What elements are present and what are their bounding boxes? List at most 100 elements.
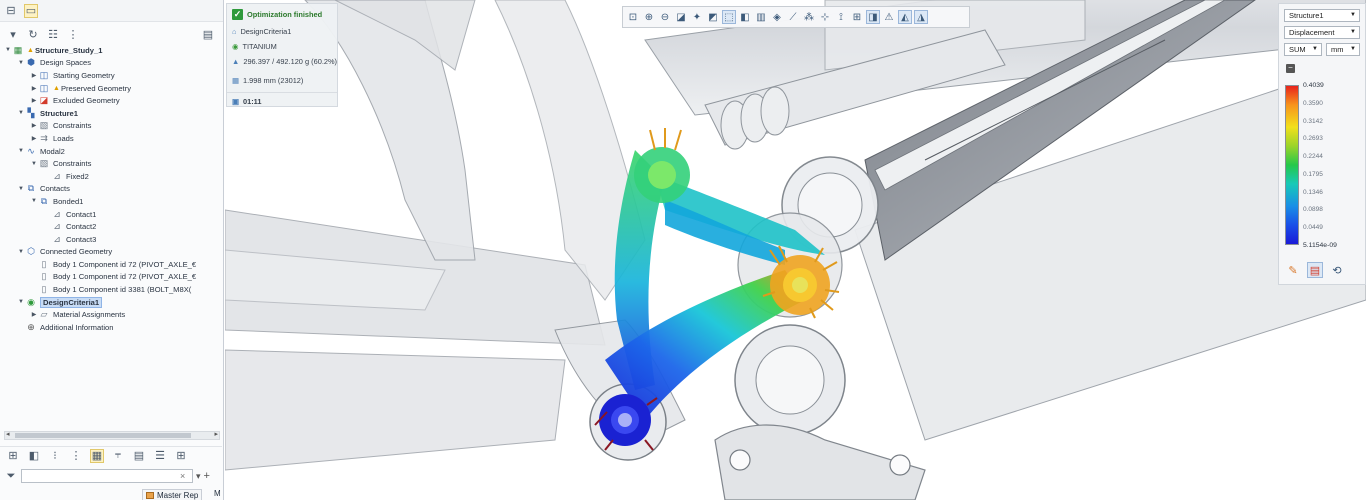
tree-item[interactable]: ▼ ▧ Constraints	[0, 157, 222, 170]
datum-display-icon[interactable]: ⟋	[786, 10, 800, 24]
part-icon[interactable]: ◧	[27, 449, 41, 463]
tree-item[interactable]: ⊕ Additional Information	[0, 321, 222, 334]
tree-item[interactable]: ▯ Body 1 Component id 72 (PIVOT_AXLE_€	[0, 271, 222, 284]
filter-dropdown-icon[interactable]: ▾	[196, 471, 201, 482]
mesh-display-icon[interactable]: ⊞	[850, 10, 864, 24]
tree-item-label: Bonded1	[53, 196, 84, 206]
status-tab[interactable]: Master Rep	[142, 489, 203, 500]
spin-center-icon[interactable]: ✦	[690, 10, 704, 24]
annotation-display-icon[interactable]: ⁂	[802, 10, 816, 24]
zoom-in-icon[interactable]: ⊕	[642, 10, 656, 24]
coordinate-display-icon[interactable]: ⊹	[818, 10, 832, 24]
expand-right-icon[interactable]: ▶	[30, 72, 38, 79]
contacts-icon: ⧉	[27, 183, 35, 194]
add-filter-icon[interactable]: +	[204, 470, 210, 482]
expand-down-icon[interactable]: ▼	[30, 161, 38, 167]
result-type-select[interactable]: Displacement ▼	[1284, 26, 1360, 39]
show-tree-icon[interactable]: ⊞	[6, 449, 20, 463]
unit-select[interactable]: mm ▼	[1326, 43, 1360, 56]
scroll-right-icon[interactable]: ▸	[214, 430, 218, 438]
expand-down-icon[interactable]: ▼	[17, 186, 25, 192]
criteria-text: DesignCriteria1	[240, 27, 292, 36]
csys-display-icon[interactable]: ⟟	[834, 10, 848, 24]
tree-item[interactable]: ▶ ◫ ▲ Preserved Geometry	[0, 82, 222, 95]
design-space-display-icon[interactable]: ◨	[866, 10, 880, 24]
expand-down-icon[interactable]: ▼	[4, 47, 12, 53]
view-manager-icon[interactable]: ⬚	[722, 10, 736, 24]
structure-select-value: Structure1	[1289, 11, 1324, 20]
design-spaces-icon: ⬢	[27, 57, 35, 68]
zoom-out-icon[interactable]: ⊖	[658, 10, 672, 24]
expand-right-icon[interactable]: ▶	[30, 135, 38, 142]
constraints-display-icon[interactable]: ⚠	[882, 10, 896, 24]
expand-down-icon[interactable]: ▼	[30, 198, 38, 204]
tree-item[interactable]: ▼ ⧉ Contacts	[0, 183, 222, 196]
clear-filter-icon[interactable]: ×	[180, 471, 185, 481]
tree-item[interactable]: ▯ Body 1 Component id 3381 (BOLT_M8X(	[0, 283, 222, 296]
refit-icon[interactable]: ⊡	[626, 10, 640, 24]
structure-select[interactable]: Structure1 ▼	[1284, 9, 1360, 22]
graphics-viewport[interactable]	[225, 0, 1366, 500]
tree-item[interactable]: ▼ ◉ DesignCriteria1	[0, 296, 222, 309]
column-icon[interactable]: ⋮	[69, 449, 83, 463]
tree-settings-icon[interactable]: ☷	[46, 27, 60, 41]
expand-right-icon[interactable]: ▶	[30, 122, 38, 129]
layer-filter-icon[interactable]: ⫧	[111, 449, 125, 463]
expand-right-icon[interactable]: ▶	[30, 311, 38, 318]
layer-tree-icon[interactable]: ▦	[90, 448, 104, 463]
tree-item[interactable]: ⊿ Fixed2	[0, 170, 222, 183]
tree-item[interactable]: ▶ ◫ Starting Geometry	[0, 69, 222, 82]
refresh-icon[interactable]: ↻	[26, 27, 40, 41]
tree-item[interactable]: ▯ Body 1 Component id 72 (PIVOT_AXLE_€	[0, 258, 222, 271]
section-icon[interactable]: ◈	[770, 10, 784, 24]
fringe-settings-icon[interactable]: ✎	[1285, 262, 1301, 278]
expand-down-icon[interactable]: ▼	[17, 60, 25, 66]
unit-value: mm	[1331, 45, 1344, 54]
tree-item[interactable]: ⊿ Contact1	[0, 208, 222, 221]
list-icon[interactable]: ▤	[132, 449, 146, 463]
tree-filter-icon[interactable]: ⁝	[48, 449, 62, 463]
filter-input[interactable]	[21, 469, 193, 483]
folder-tab-icon[interactable]: ▭	[24, 3, 38, 18]
expand-right-icon[interactable]: ▶	[30, 85, 38, 92]
scroll-left-icon[interactable]: ◂	[6, 430, 10, 438]
tree-columns-icon[interactable]: ⋮	[66, 27, 80, 41]
scrollbar-thumb[interactable]	[15, 433, 191, 438]
tree-item[interactable]: ▼ ⬡ Connected Geometry	[0, 246, 222, 259]
tree-item[interactable]: ▼ ▚ Structure1	[0, 107, 222, 120]
expand-down-icon[interactable]: ▼	[17, 249, 25, 255]
component-select[interactable]: SUM ▼	[1284, 43, 1322, 56]
tree-tab-icon[interactable]: ⊟	[4, 4, 18, 18]
tree-item[interactable]: ▼ ∿ Modal2	[0, 145, 222, 158]
collapse-legend-button[interactable]: −	[1286, 64, 1295, 73]
stack-icon[interactable]: ☰	[153, 449, 167, 463]
tree-item[interactable]: ▶ ◪ Excluded Geometry	[0, 94, 222, 107]
constraints-icon: ▧	[39, 158, 49, 169]
fringe-display-icon[interactable]: ◮	[914, 10, 928, 24]
tree-item[interactable]: ▶ ⇉ Loads	[0, 132, 222, 145]
perspective-icon[interactable]: ▥	[754, 10, 768, 24]
tree-item[interactable]: ▼ ⬢ Design Spaces	[0, 57, 222, 70]
tree-item[interactable]: ⊿ Contact3	[0, 233, 222, 246]
tree-item[interactable]: ▶ ▧ Constraints	[0, 120, 222, 133]
expand-down-icon[interactable]: ▼	[17, 110, 25, 116]
repaint-icon[interactable]: ◪	[674, 10, 688, 24]
animate-icon[interactable]: ⟲	[1329, 262, 1345, 278]
grid-icon[interactable]: ⊞	[174, 449, 188, 463]
expand-down-icon[interactable]: ▼	[17, 299, 25, 305]
tree-item[interactable]: ⊿ Contact2	[0, 220, 222, 233]
tree-horizontal-scrollbar[interactable]: ◂ ▸	[4, 431, 220, 440]
result-display-icon[interactable]: ◭	[898, 10, 912, 24]
tree-item[interactable]: ▶ ▱ Material Assignments	[0, 308, 222, 321]
tree-item[interactable]: ▼ ⧉ Bonded1	[0, 195, 222, 208]
color-scale-icon[interactable]: ▤	[1307, 262, 1323, 278]
legend-color-bar	[1285, 85, 1299, 245]
study-icon: ▦	[13, 44, 23, 55]
notes-icon[interactable]: ▤	[201, 27, 215, 41]
saved-views-icon[interactable]: ◧	[738, 10, 752, 24]
collapse-tree-icon[interactable]: ▾	[6, 27, 20, 41]
display-style-icon[interactable]: ◩	[706, 10, 720, 24]
tree-item[interactable]: ▼ ▦ ▲ Structure_Study_1	[0, 44, 222, 57]
expand-down-icon[interactable]: ▼	[17, 148, 25, 154]
expand-right-icon[interactable]: ▶	[30, 97, 38, 104]
